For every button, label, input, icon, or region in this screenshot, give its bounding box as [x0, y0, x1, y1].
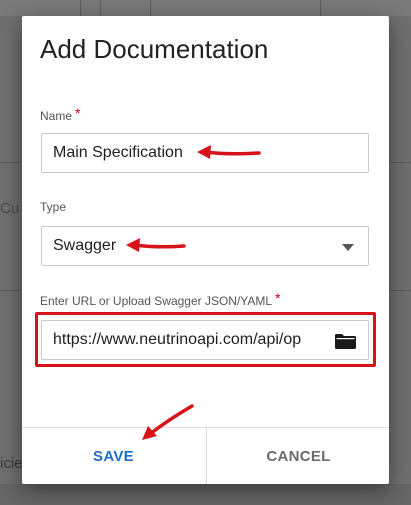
url-input[interactable]: https://www.neutrinoapi.com/api/op	[41, 320, 369, 360]
annotation-arrow-type	[126, 238, 186, 252]
name-label: Name *	[40, 105, 80, 123]
required-asterisk: *	[75, 105, 81, 121]
type-select-value: Swagger	[53, 237, 117, 254]
caret-down-icon[interactable]	[342, 244, 354, 251]
type-label: Type	[40, 200, 67, 214]
background-text-fragment: Cu	[0, 200, 20, 217]
cancel-button[interactable]: CANCEL	[207, 428, 390, 484]
background-divider	[389, 290, 411, 291]
url-label: Enter URL or Upload Swagger JSON/YAML *	[40, 290, 281, 308]
background-divider	[100, 0, 101, 16]
annotation-arrow-name	[197, 145, 261, 159]
folder-icon[interactable]	[335, 334, 356, 349]
url-input-value: https://www.neutrinoapi.com/api/op	[53, 331, 302, 348]
background-text-fragment: icie	[0, 455, 23, 472]
background-header-band	[0, 0, 411, 16]
name-input-value: Main Specification	[53, 144, 183, 161]
background-divider	[0, 162, 22, 163]
name-label-text: Name	[40, 109, 73, 123]
background-divider	[80, 0, 81, 16]
required-asterisk: *	[275, 290, 281, 306]
type-select[interactable]: Swagger	[41, 226, 369, 266]
background-footer-band	[0, 484, 411, 505]
annotation-arrow-save	[142, 404, 194, 440]
background-divider	[150, 0, 151, 16]
background-divider	[389, 162, 411, 163]
background-divider	[0, 290, 22, 291]
background-divider	[320, 0, 321, 16]
dialog-title: Add Documentation	[40, 34, 269, 64]
add-documentation-dialog: Add Documentation Name * Main Specificati…	[22, 16, 389, 484]
url-label-text: Enter URL or Upload Swagger JSON/YAML	[40, 294, 273, 308]
